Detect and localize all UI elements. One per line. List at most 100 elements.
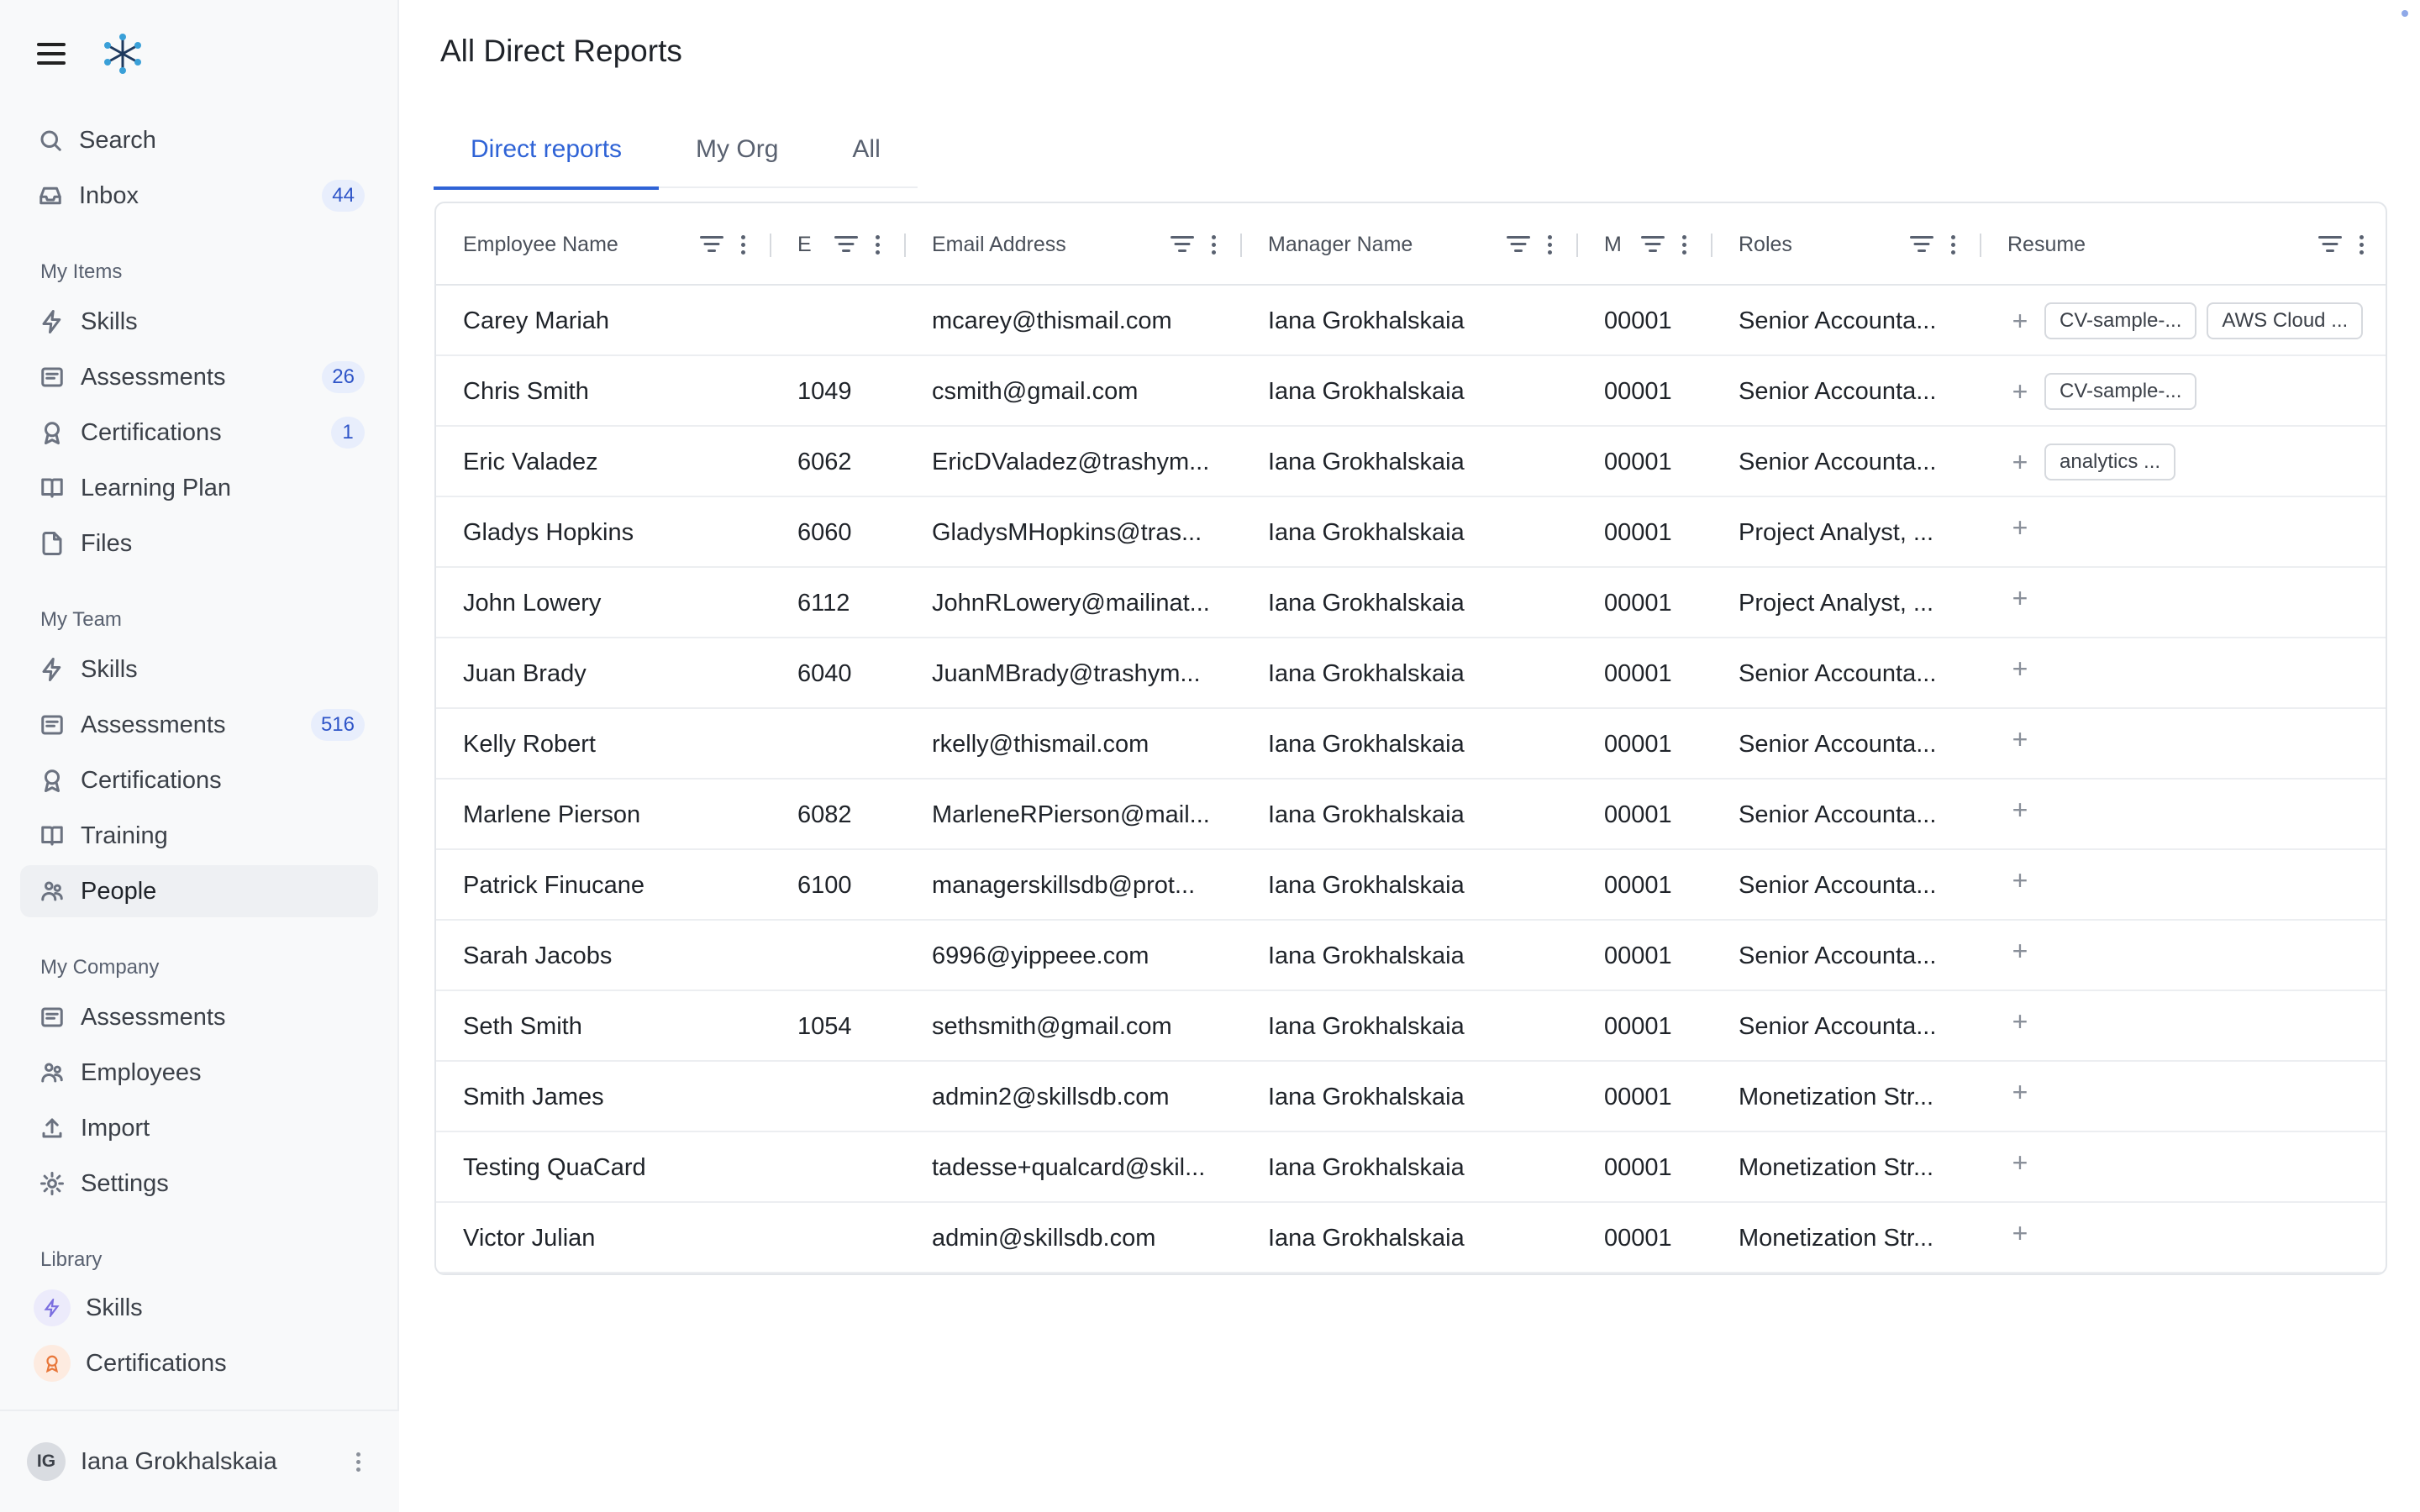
assessment-icon xyxy=(39,364,66,391)
table-row[interactable]: Chris Smith 1049 csmith@gmail.com Iana Grok… xyxy=(436,356,2386,427)
column-header-manager-id[interactable]: M xyxy=(1577,203,1712,286)
sidebar-item-assessments[interactable]: Assessments 26 xyxy=(20,351,378,403)
bolt-icon xyxy=(39,308,66,335)
table-row[interactable]: Eric Valadez 6062 EricDValadez@trashym... I… xyxy=(436,427,2386,497)
sidebar-item-import[interactable]: Import xyxy=(20,1102,378,1154)
tab-direct-reports[interactable]: Direct reports xyxy=(434,111,660,190)
app-logo-icon[interactable] xyxy=(101,32,145,76)
table-row[interactable]: Seth Smith 1054 sethsmith@gmail.com Iana Gr… xyxy=(436,991,2386,1062)
cell-email: EricDValadez@trashym... xyxy=(932,448,1210,475)
cell-mid: 00001 xyxy=(1604,1083,1672,1110)
column-menu-icon[interactable] xyxy=(876,234,880,255)
column-menu-icon[interactable] xyxy=(741,234,745,255)
filter-icon[interactable] xyxy=(1640,235,1665,254)
sidebar-item-skills[interactable]: Skills xyxy=(20,643,378,696)
resume-cell: + xyxy=(1981,1132,2386,1203)
column-menu-icon[interactable] xyxy=(1548,234,1552,255)
add-resume-icon[interactable]: + xyxy=(2007,1220,2033,1247)
add-resume-icon[interactable]: + xyxy=(2007,1008,2033,1035)
file-icon xyxy=(39,530,66,557)
filter-icon[interactable] xyxy=(1909,235,1934,254)
resume-chip[interactable]: AWS Cloud ... xyxy=(2207,302,2364,339)
library-item-skills[interactable]: Skills xyxy=(20,1282,378,1334)
sidebar-item-people[interactable]: People xyxy=(20,865,378,917)
add-resume-icon[interactable]: + xyxy=(2007,514,2033,541)
table-row[interactable]: John Lowery 6112 JohnRLowery@mailinat... Ia… xyxy=(436,568,2386,638)
table-row[interactable]: Kelly Robert rkelly@thismail.com Iana Grok… xyxy=(436,709,2386,780)
add-resume-icon[interactable]: + xyxy=(2007,937,2033,964)
resume-cell: + xyxy=(1981,921,2386,991)
column-menu-icon[interactable] xyxy=(1951,234,1955,255)
filter-icon[interactable] xyxy=(1506,235,1531,254)
sidebar-item-settings[interactable]: Settings xyxy=(20,1158,378,1210)
user-profile[interactable]: IG Iana Grokhalskaia xyxy=(0,1410,399,1512)
resume-cell: + CV-sample-... AWS Cloud ... xyxy=(1981,286,2386,356)
cell-manager: Iana Grokhalskaia xyxy=(1268,518,1465,546)
table-row[interactable]: Victor Julian admin@skillsdb.com Iana Grok… xyxy=(436,1203,2386,1273)
table-row[interactable]: Sarah Jacobs 6996@yippeee.com Iana Grokhal… xyxy=(436,921,2386,991)
add-resume-icon[interactable]: + xyxy=(2007,585,2033,612)
cell-email: JuanMBrady@trashym... xyxy=(932,659,1201,687)
cell-mid: 00001 xyxy=(1604,1224,1672,1252)
table-row[interactable]: Marlene Pierson 6082 MarleneRPierson@mail.… xyxy=(436,780,2386,850)
sidebar-item-inbox[interactable]: Inbox 44 xyxy=(20,170,378,222)
hamburger-menu-icon[interactable] xyxy=(37,43,66,65)
table-row[interactable]: Juan Brady 6040 JuanMBrady@trashym... Iana … xyxy=(436,638,2386,709)
add-resume-icon[interactable]: + xyxy=(2007,449,2033,475)
table-row[interactable]: Carey Mariah mcarey@thismail.com Iana Grok… xyxy=(436,286,2386,356)
sidebar-item-assessments[interactable]: Assessments 516 xyxy=(20,699,378,751)
column-header-name[interactable]: Employee Name xyxy=(436,203,771,286)
cell-email: sethsmith@gmail.com xyxy=(932,1012,1172,1040)
cell-mid: 00001 xyxy=(1604,659,1672,687)
column-header-resume[interactable]: Resume xyxy=(1981,203,2386,286)
cell-name: Carey Mariah xyxy=(463,307,610,334)
award-icon xyxy=(39,767,66,794)
resume-chip[interactable]: analytics ... xyxy=(2044,444,2176,480)
user-menu-icon[interactable] xyxy=(356,1452,360,1472)
sidebar-item-files[interactable]: Files xyxy=(20,517,378,570)
resume-chip[interactable]: CV-sample-... xyxy=(2044,302,2197,339)
column-header-roles[interactable]: Roles xyxy=(1712,203,1981,286)
sidebar-item-certifications[interactable]: Certifications 1 xyxy=(20,407,378,459)
filter-icon[interactable] xyxy=(834,235,859,254)
filter-icon[interactable] xyxy=(699,235,724,254)
table-row[interactable]: Smith James admin2@skillsdb.com Iana Grokh… xyxy=(436,1062,2386,1132)
add-resume-icon[interactable]: + xyxy=(2007,726,2033,753)
sidebar-item-search[interactable]: Search xyxy=(20,114,378,166)
sidebar-item-certifications[interactable]: Certifications xyxy=(20,754,378,806)
add-resume-icon[interactable]: + xyxy=(2007,378,2033,405)
sidebar-item-label: Skills xyxy=(81,307,138,335)
sidebar-item-employees[interactable]: Employees xyxy=(20,1047,378,1099)
cell-id: 1049 xyxy=(797,377,852,405)
table-row[interactable]: Gladys Hopkins 6060 GladysMHopkins@tras...… xyxy=(436,497,2386,568)
column-header-email[interactable]: Email Address xyxy=(905,203,1241,286)
cell-mid: 00001 xyxy=(1604,871,1672,899)
sidebar-item-skills[interactable]: Skills xyxy=(20,296,378,348)
library-item-certifications[interactable]: Certifications xyxy=(20,1337,378,1389)
column-menu-icon[interactable] xyxy=(1682,234,1686,255)
add-resume-icon[interactable]: + xyxy=(2007,655,2033,682)
add-resume-icon[interactable]: + xyxy=(2007,1079,2033,1105)
column-header-manager[interactable]: Manager Name xyxy=(1241,203,1577,286)
filter-icon[interactable] xyxy=(2317,235,2343,254)
sidebar-item-training[interactable]: Training xyxy=(20,810,378,862)
resume-chip[interactable]: CV-sample-... xyxy=(2044,373,2197,410)
cell-roles: Senior Accounta... xyxy=(1739,942,1937,969)
tab-all[interactable]: All xyxy=(815,111,917,188)
table-row[interactable]: Patrick Finucane 6100 managerskillsdb@prot… xyxy=(436,850,2386,921)
tab-my-org[interactable]: My Org xyxy=(659,111,815,188)
sidebar-item-assessments[interactable]: Assessments xyxy=(20,991,378,1043)
cell-manager: Iana Grokhalskaia xyxy=(1268,871,1465,899)
add-resume-icon[interactable]: + xyxy=(2007,796,2033,823)
filter-icon[interactable] xyxy=(1170,235,1195,254)
column-menu-icon[interactable] xyxy=(1212,234,1216,255)
column-menu-icon[interactable] xyxy=(2360,234,2364,255)
add-resume-icon[interactable]: + xyxy=(2007,307,2033,334)
add-resume-icon[interactable]: + xyxy=(2007,1149,2033,1176)
sidebar-item-learning-plan[interactable]: Learning Plan xyxy=(20,462,378,514)
sidebar-item-label: Files xyxy=(81,529,133,557)
table-row[interactable]: Testing QuaCard tadesse+qualcard@skil... I… xyxy=(436,1132,2386,1203)
add-resume-icon[interactable]: + xyxy=(2007,867,2033,894)
column-header-employee-id[interactable]: E xyxy=(771,203,905,286)
count-badge: 26 xyxy=(322,361,365,393)
